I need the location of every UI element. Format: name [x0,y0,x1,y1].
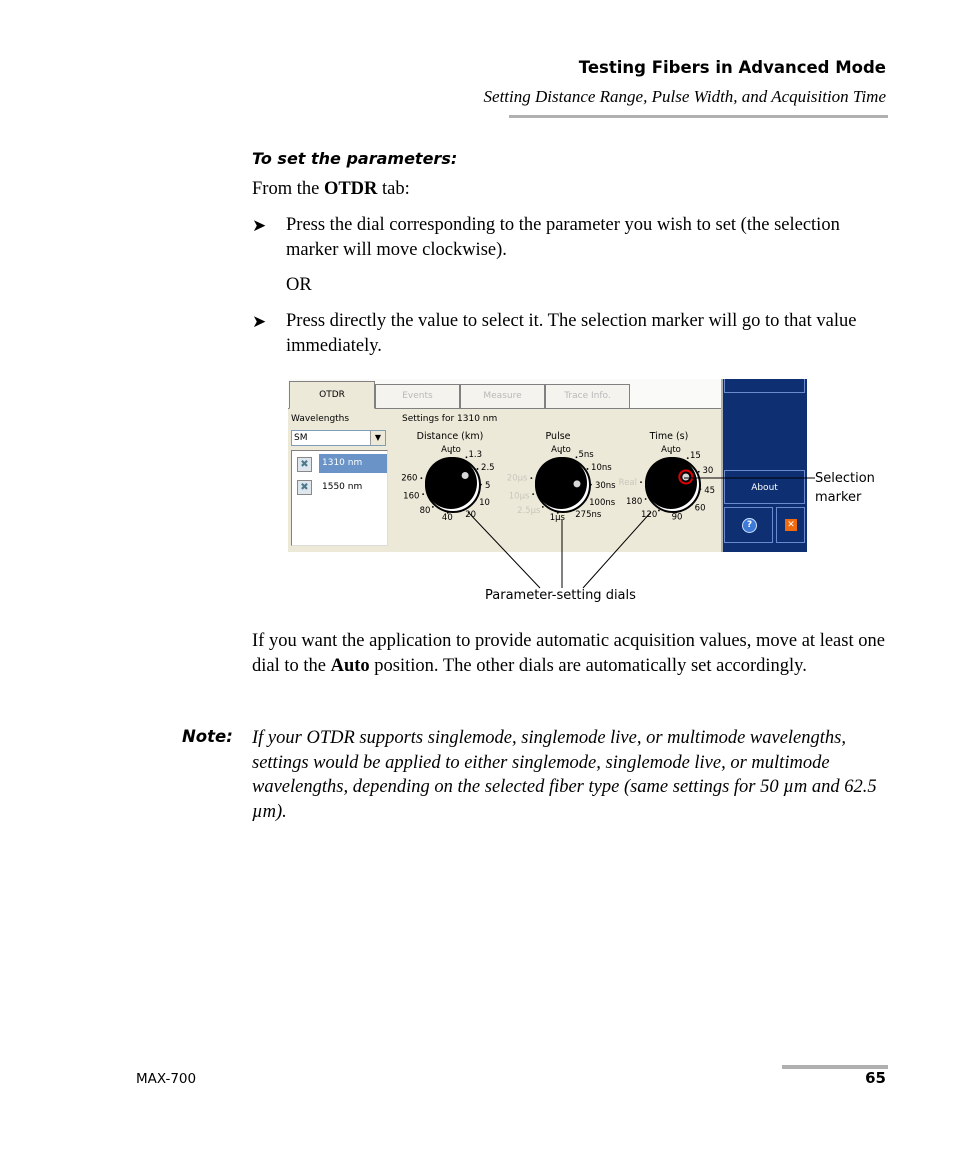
note-label: Note: [182,727,233,746]
dial-leader-time [582,511,652,589]
dial-leader-distance [467,511,541,589]
auto-paragraph: If you want the application to provide a… [252,629,888,678]
product-name: MAX-700 [136,1071,197,1087]
selection-marker-callout: Selection marker [815,469,875,507]
callout-line-2: marker [815,490,862,505]
auto-suffix: position. The other dials are automatica… [369,655,807,676]
page-number: 65 [865,1069,886,1087]
note-text: If your OTDR supports singlemode, single… [252,728,877,822]
dials-callout: Parameter-setting dials [485,588,636,603]
auto-bold: Auto [330,655,370,676]
tab-otdr[interactable]: OTDR [289,381,375,409]
callout-line-1: Selection [815,471,875,486]
callout-lines [467,477,815,589]
